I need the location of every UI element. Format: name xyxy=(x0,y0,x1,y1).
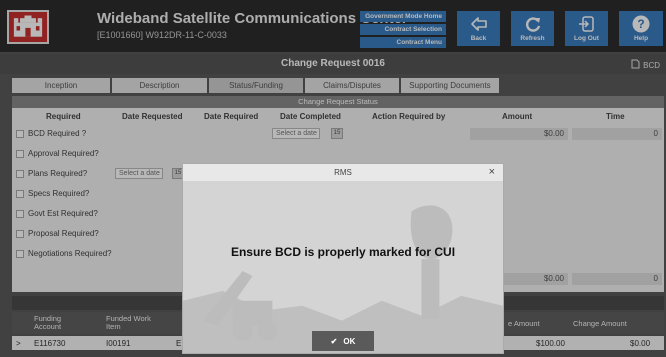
ok-label: OK xyxy=(343,336,356,346)
close-icon[interactable]: × xyxy=(489,166,495,178)
dialog-message: Ensure BCD is properly marked for CUI xyxy=(230,245,456,259)
check-icon: ✔ xyxy=(330,336,338,346)
rms-dialog: RMS × Ensure BCD is properly marked for … xyxy=(182,163,504,354)
ok-button[interactable]: ✔ OK xyxy=(312,331,374,351)
construction-background-image xyxy=(183,205,503,353)
dialog-title: RMS xyxy=(183,164,503,181)
